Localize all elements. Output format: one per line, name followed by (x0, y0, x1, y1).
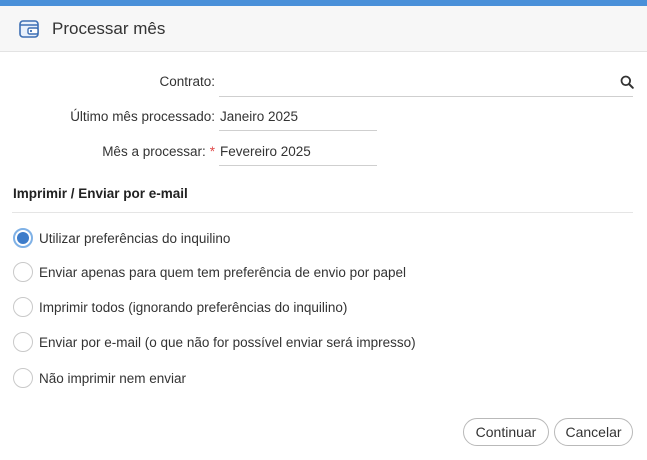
month-to-process-input[interactable]: Fevereiro 2025 (220, 144, 311, 159)
search-icon[interactable] (620, 75, 634, 89)
radio-option-label: Utilizar preferências do inquilino (39, 230, 231, 246)
section-divider (12, 212, 633, 213)
radio-option-label: Enviar por e-mail (o que não for possíve… (39, 334, 416, 350)
radio-option-paper-only[interactable]: Enviar apenas para quem tem preferência … (13, 261, 406, 283)
contract-input[interactable] (219, 74, 614, 92)
radio-option-tenant-preferences[interactable]: Utilizar preferências do inquilino (13, 227, 230, 249)
contract-input-underline (219, 96, 633, 97)
month-to-process-label: Mês a processar: * (20, 144, 215, 159)
wallet-icon (19, 20, 39, 38)
dialog-header: Processar mês (0, 6, 647, 52)
radio-option-label: Imprimir todos (ignorando preferências d… (39, 299, 348, 315)
dialog-title: Processar mês (52, 19, 166, 38)
month-to-process-label-text: Mês a processar: (102, 144, 206, 159)
radio-button[interactable] (13, 262, 33, 282)
radio-button[interactable] (13, 332, 33, 352)
radio-button[interactable] (13, 297, 33, 317)
radio-button-selected[interactable] (13, 228, 33, 248)
radio-option-label: Enviar apenas para quem tem preferência … (39, 264, 406, 280)
last-processed-month-label: Último mês processado: (70, 109, 215, 124)
month-to-process-underline (219, 165, 377, 166)
last-processed-month-underline (219, 130, 377, 131)
radio-option-do-nothing[interactable]: Não imprimir nem enviar (13, 367, 186, 389)
radio-button[interactable] (13, 368, 33, 388)
radio-option-send-email[interactable]: Enviar por e-mail (o que não for possíve… (13, 331, 416, 353)
continue-button[interactable]: Continuar (463, 418, 549, 446)
radio-option-label: Não imprimir nem enviar (39, 370, 187, 386)
radio-option-print-all[interactable]: Imprimir todos (ignorando preferências d… (13, 296, 347, 318)
last-processed-month-value: Janeiro 2025 (220, 109, 299, 124)
contract-label: Contrato: (159, 74, 215, 89)
print-email-section-title: Imprimir / Enviar por e-mail (13, 186, 188, 201)
required-marker: * (209, 144, 215, 159)
cancel-button[interactable]: Cancelar (554, 418, 633, 446)
